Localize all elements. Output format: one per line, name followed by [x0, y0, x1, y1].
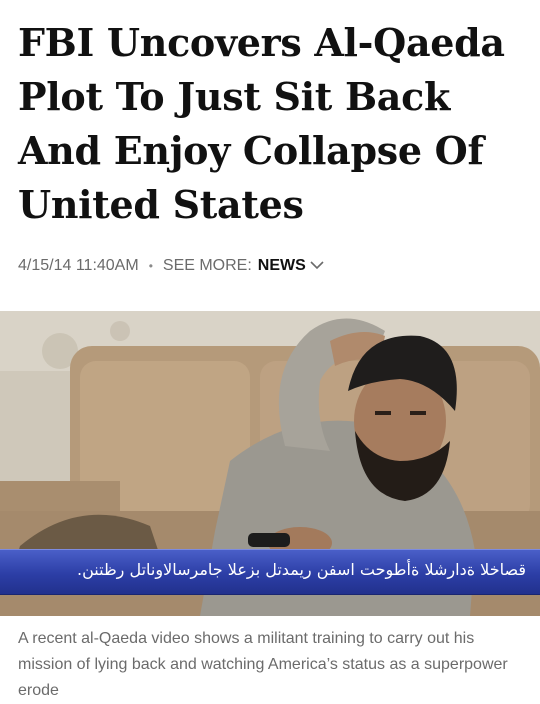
photo-caption: A recent al-Qaeda video shows a militant… — [18, 630, 508, 699]
article-meta: 4/15/14 11:40AM • SEE MORE: NEWS — [18, 257, 324, 275]
chevron-down-icon[interactable] — [310, 257, 324, 275]
category-link[interactable]: NEWS — [258, 257, 306, 275]
timestamp: 4/15/14 11:40AM — [18, 257, 139, 274]
video-caption-text: قصاخلا ةدارشلا ةأطوحت اسفن ريمدتل بزعلا … — [77, 560, 526, 579]
video-caption-bar: قصاخلا ةدارشلا ةأطوحت اسفن ريمدتل بزعلا … — [0, 549, 540, 595]
headline: FBI Uncovers Al-Qaeda Plot To Just Sit B… — [18, 20, 505, 227]
separator-dot: • — [148, 259, 153, 273]
see-more-label: SEE MORE: — [162, 257, 252, 274]
article-photo: قصاخلا ةدارشلا ةأطوحت اسفن ريمدتل بزعلا … — [0, 311, 540, 616]
